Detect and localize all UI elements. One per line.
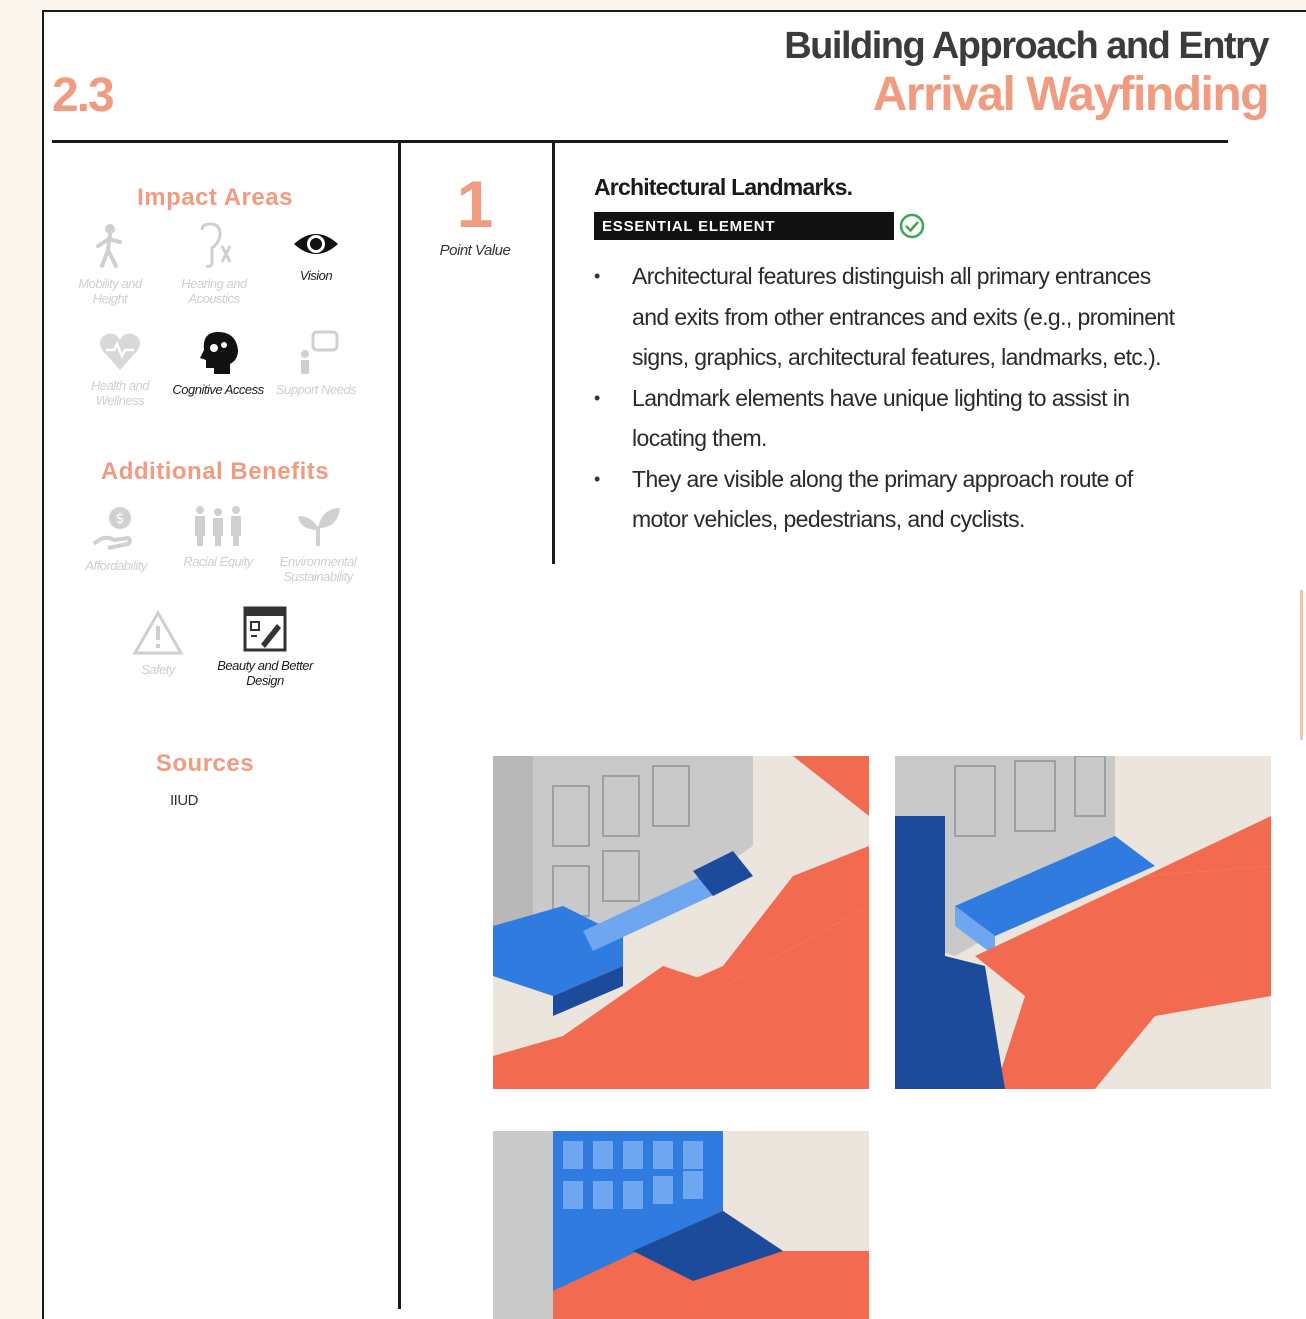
benefit-label-affordability: Affordability bbox=[85, 558, 147, 573]
section-number: 2.3 bbox=[52, 69, 115, 122]
benefit-item-beauty-design: Beauty and Better Design bbox=[210, 606, 320, 688]
page-edge-accent bbox=[1300, 590, 1306, 740]
svg-text:$: $ bbox=[116, 511, 125, 527]
money-hand-icon: $ bbox=[92, 507, 132, 550]
sources-heading: Sources bbox=[155, 750, 255, 777]
benefit-label-safety: Safety bbox=[141, 662, 175, 677]
heart-icon bbox=[100, 333, 140, 370]
point-value-label: Point Value bbox=[439, 242, 511, 259]
brain-icon bbox=[200, 332, 238, 374]
impact-item-health: Health and Wellness bbox=[70, 330, 170, 408]
impact-label-health: Health and Wellness bbox=[91, 378, 149, 408]
benefit-item-safety: Safety bbox=[108, 610, 208, 677]
impact-item-vision: Vision bbox=[266, 226, 366, 283]
impact-label-mobility: Mobility and Height bbox=[78, 276, 142, 306]
impact-item-support: Support Needs bbox=[266, 330, 366, 397]
benefit-label-environmental: Environmental Sustainability bbox=[279, 554, 357, 584]
sidebar-divider bbox=[398, 142, 401, 1309]
impact-item-mobility: Mobility and Height bbox=[60, 222, 160, 306]
benefit-item-racial-equity: Racial Equity bbox=[168, 504, 268, 569]
benefit-label-racial-equity: Racial Equity bbox=[183, 554, 253, 569]
title-line-2: Arrival Wayfinding bbox=[872, 68, 1270, 121]
additional-benefits-heading: Additional Benefits bbox=[100, 458, 330, 485]
hearing-icon bbox=[200, 222, 232, 268]
impact-label-vision: Vision bbox=[299, 268, 333, 283]
list-item: Architectural features distinguish all p… bbox=[592, 256, 1192, 378]
leaf-icon bbox=[298, 508, 340, 546]
warning-icon bbox=[132, 610, 184, 655]
impact-label-support: Support Needs bbox=[275, 382, 357, 397]
point-divider bbox=[552, 142, 555, 564]
check-circle-icon bbox=[899, 213, 925, 239]
benefit-item-environmental: Environmental Sustainability bbox=[268, 504, 368, 584]
eye-icon bbox=[294, 234, 338, 254]
support-icon bbox=[301, 330, 339, 374]
list-item: They are visible along the primary appro… bbox=[592, 459, 1192, 540]
impact-item-cognitive: Cognitive Access bbox=[168, 330, 268, 397]
requirements-list: Architectural features distinguish all p… bbox=[592, 256, 1192, 540]
landmark-illustration-1 bbox=[493, 756, 869, 1089]
sources-text: IIUD bbox=[170, 792, 199, 809]
essential-element-badge: ESSENTIAL ELEMENT bbox=[594, 212, 894, 240]
impact-areas-heading: Impact Areas bbox=[137, 184, 293, 211]
landmark-illustration-2 bbox=[895, 756, 1271, 1089]
impact-label-cognitive: Cognitive Access bbox=[172, 382, 264, 397]
point-value-number: 1 bbox=[456, 167, 494, 241]
landmark-illustration-3 bbox=[493, 1131, 869, 1319]
page-title: Building Approach and Entry Arrival Wayf… bbox=[784, 24, 1270, 122]
list-item: Landmark elements have unique lighting t… bbox=[592, 378, 1192, 459]
header-rule bbox=[52, 140, 1228, 143]
benefit-item-affordability: $ Affordability bbox=[66, 504, 166, 573]
content-title: Architectural Landmarks. bbox=[594, 174, 853, 200]
mobility-icon bbox=[96, 224, 122, 268]
benefit-label-beauty-design: Beauty and Better Design bbox=[217, 658, 313, 688]
title-line-1: Building Approach and Entry bbox=[784, 25, 1269, 67]
impact-label-hearing: Hearing and Acoustics bbox=[181, 276, 247, 306]
design-icon bbox=[243, 606, 287, 652]
people-icon bbox=[195, 506, 241, 546]
impact-item-hearing: Hearing and Acoustics bbox=[164, 222, 264, 306]
